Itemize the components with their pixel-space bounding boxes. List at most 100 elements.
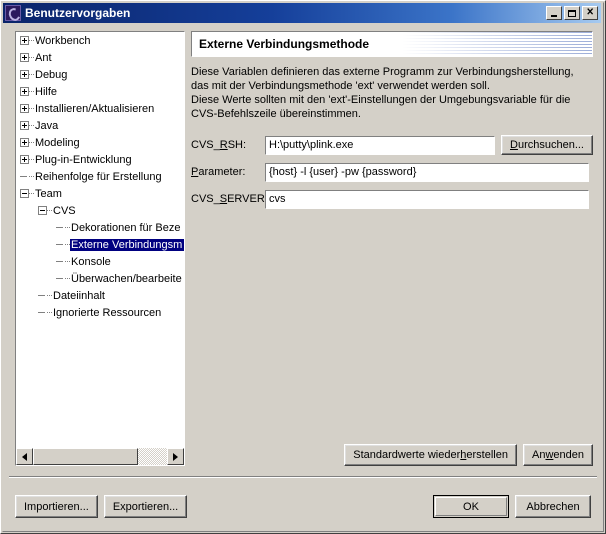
settings-form: CVS_RSH: Durchsuchen... Parameter: CVS_SERV… <box>191 135 593 216</box>
expand-plus-icon[interactable] <box>20 53 29 62</box>
tree-item-label: Debug <box>35 68 68 81</box>
tree-item-hilfe[interactable]: Hilfe <box>16 83 184 100</box>
tree-item-berwachen-bearbeite[interactable]: Überwachen/bearbeite <box>16 270 184 287</box>
footer-right-buttons: OK Abbrechen <box>433 495 591 518</box>
tree-item-label: Konsole <box>71 255 111 268</box>
tree-connector <box>29 49 34 66</box>
tree-branch-icon <box>38 308 47 317</box>
tree-item-dateiinhalt[interactable]: Dateiinhalt <box>16 287 184 304</box>
ok-button[interactable]: OK <box>433 495 509 518</box>
tree-item-label: Modeling <box>35 136 80 149</box>
tree-item-label: Java <box>35 119 59 132</box>
tree-connector <box>65 219 70 236</box>
tree-connector <box>65 253 70 270</box>
page-description: Diese Variablen definieren das externe P… <box>191 66 574 120</box>
tree-branch-icon <box>56 240 65 249</box>
tree-item-debug[interactable]: Debug <box>16 66 184 83</box>
expand-plus-icon[interactable] <box>20 104 29 113</box>
expand-plus-icon[interactable] <box>20 138 29 147</box>
expand-plus-icon[interactable] <box>20 155 29 164</box>
browse-button[interactable]: Durchsuchen... <box>501 135 593 155</box>
tree-item-workbench[interactable]: Workbench <box>16 32 184 49</box>
tree-connector <box>29 66 34 83</box>
restore-defaults-button[interactable]: Standardwerte wieder h erstellen <box>344 444 517 466</box>
tree-item-label: Workbench <box>35 34 91 47</box>
footer-left-buttons: Importieren... Exportieren... <box>15 495 188 518</box>
tree-connector <box>29 83 34 100</box>
preference-page: Externe Verbindungsmethode Diese Variabl… <box>191 31 593 466</box>
export-button[interactable]: Exportieren... <box>103 495 188 518</box>
tree-item-ant[interactable]: Ant <box>16 49 184 66</box>
parameter-input[interactable] <box>265 162 589 182</box>
tree-item-konsole[interactable]: Konsole <box>16 253 184 270</box>
scroll-thumb[interactable] <box>33 448 138 465</box>
tree-item-plug-in-entwicklung[interactable]: Plug-in-Entwicklung <box>16 151 184 168</box>
collapse-minus-icon[interactable] <box>20 189 29 198</box>
cvs-rsh-label: CVS_RSH: <box>191 139 247 151</box>
scroll-right-icon[interactable] <box>167 448 184 465</box>
tree-connector <box>29 32 34 49</box>
window-titlebar: Benutzervorgaben ✕ <box>3 3 601 23</box>
tree-connector <box>29 117 34 134</box>
cvs-rsh-input[interactable] <box>265 135 495 155</box>
tree-branch-icon <box>56 274 65 283</box>
scroll-track[interactable] <box>33 448 167 465</box>
tree-item-label: Reihenfolge für Erstellung <box>35 170 162 183</box>
tree-item-ignorierte-ressourcen[interactable]: Ignorierte Ressourcen <box>16 304 184 321</box>
page-title-banner: Externe Verbindungsmethode <box>191 31 593 57</box>
tree-item-team[interactable]: Team <box>16 185 184 202</box>
tree-item-label: Plug-in-Entwicklung <box>35 153 132 166</box>
maximize-icon[interactable] <box>564 6 580 20</box>
tree-item-reihenfolge-f-r-erstellung[interactable]: Reihenfolge für Erstellung <box>16 168 184 185</box>
tree-item-dekorationen-f-r-beze[interactable]: Dekorationen für Beze <box>16 219 184 236</box>
eclipse-icon <box>5 5 21 21</box>
expand-plus-icon[interactable] <box>20 70 29 79</box>
footer-separator <box>9 476 597 478</box>
tree-item-modeling[interactable]: Modeling <box>16 134 184 151</box>
collapse-minus-icon[interactable] <box>38 206 47 215</box>
parameter-row: Parameter: <box>191 162 593 182</box>
expand-plus-icon[interactable] <box>20 87 29 96</box>
preferences-dialog: Benutzervorgaben ✕ Workbench Ant Debug Hilf… <box>0 0 606 534</box>
tree-item-label: CVS <box>53 204 76 217</box>
tree-connector <box>65 270 70 287</box>
close-icon[interactable]: ✕ <box>582 6 598 20</box>
preference-tree[interactable]: Workbench Ant Debug Hilfe Installieren/Aktua… <box>15 31 185 466</box>
tree-connector <box>47 287 52 304</box>
tree-horizontal-scrollbar[interactable] <box>16 448 184 465</box>
expand-plus-icon[interactable] <box>20 36 29 45</box>
tree-item-java[interactable]: Java <box>16 117 184 134</box>
tree-branch-icon <box>56 257 65 266</box>
apply-button[interactable]: An w enden <box>522 444 593 466</box>
scroll-left-icon[interactable] <box>16 448 33 465</box>
tree-item-label: Externe Verbindungsm <box>70 238 184 251</box>
cvs-server-input[interactable] <box>265 189 589 209</box>
tree-connector <box>29 185 34 202</box>
page-title: Externe Verbindungsmethode <box>199 37 370 51</box>
tree-connector <box>29 134 34 151</box>
expand-plus-icon[interactable] <box>20 121 29 130</box>
page-buttons: Standardwerte wieder h erstellen An w enden <box>344 444 593 466</box>
tree-item-installieren-aktualisieren[interactable]: Installieren/Aktualisieren <box>16 100 184 117</box>
cancel-button[interactable]: Abbrechen <box>515 495 591 518</box>
minimize-icon[interactable] <box>546 6 562 20</box>
tree-body: Workbench Ant Debug Hilfe Installieren/Aktua… <box>16 32 184 448</box>
cvs-server-row: CVS_SERVER: <box>191 189 593 209</box>
window-title: Benutzervorgaben <box>25 6 131 20</box>
import-button[interactable]: Importieren... <box>15 495 98 518</box>
dialog-footer: Importieren... Exportieren... OK Abbrech… <box>1 487 605 533</box>
tree-item-label: Hilfe <box>35 85 58 98</box>
tree-connector <box>47 304 52 321</box>
tree-connector <box>47 202 52 219</box>
tree-item-label: Überwachen/bearbeite <box>71 272 182 285</box>
cvs-server-label: CVS_SERVER: <box>191 193 268 205</box>
tree-item-cvs[interactable]: CVS <box>16 202 184 219</box>
tree-item-externe-verbindungsm[interactable]: Externe Verbindungsm <box>16 236 184 253</box>
